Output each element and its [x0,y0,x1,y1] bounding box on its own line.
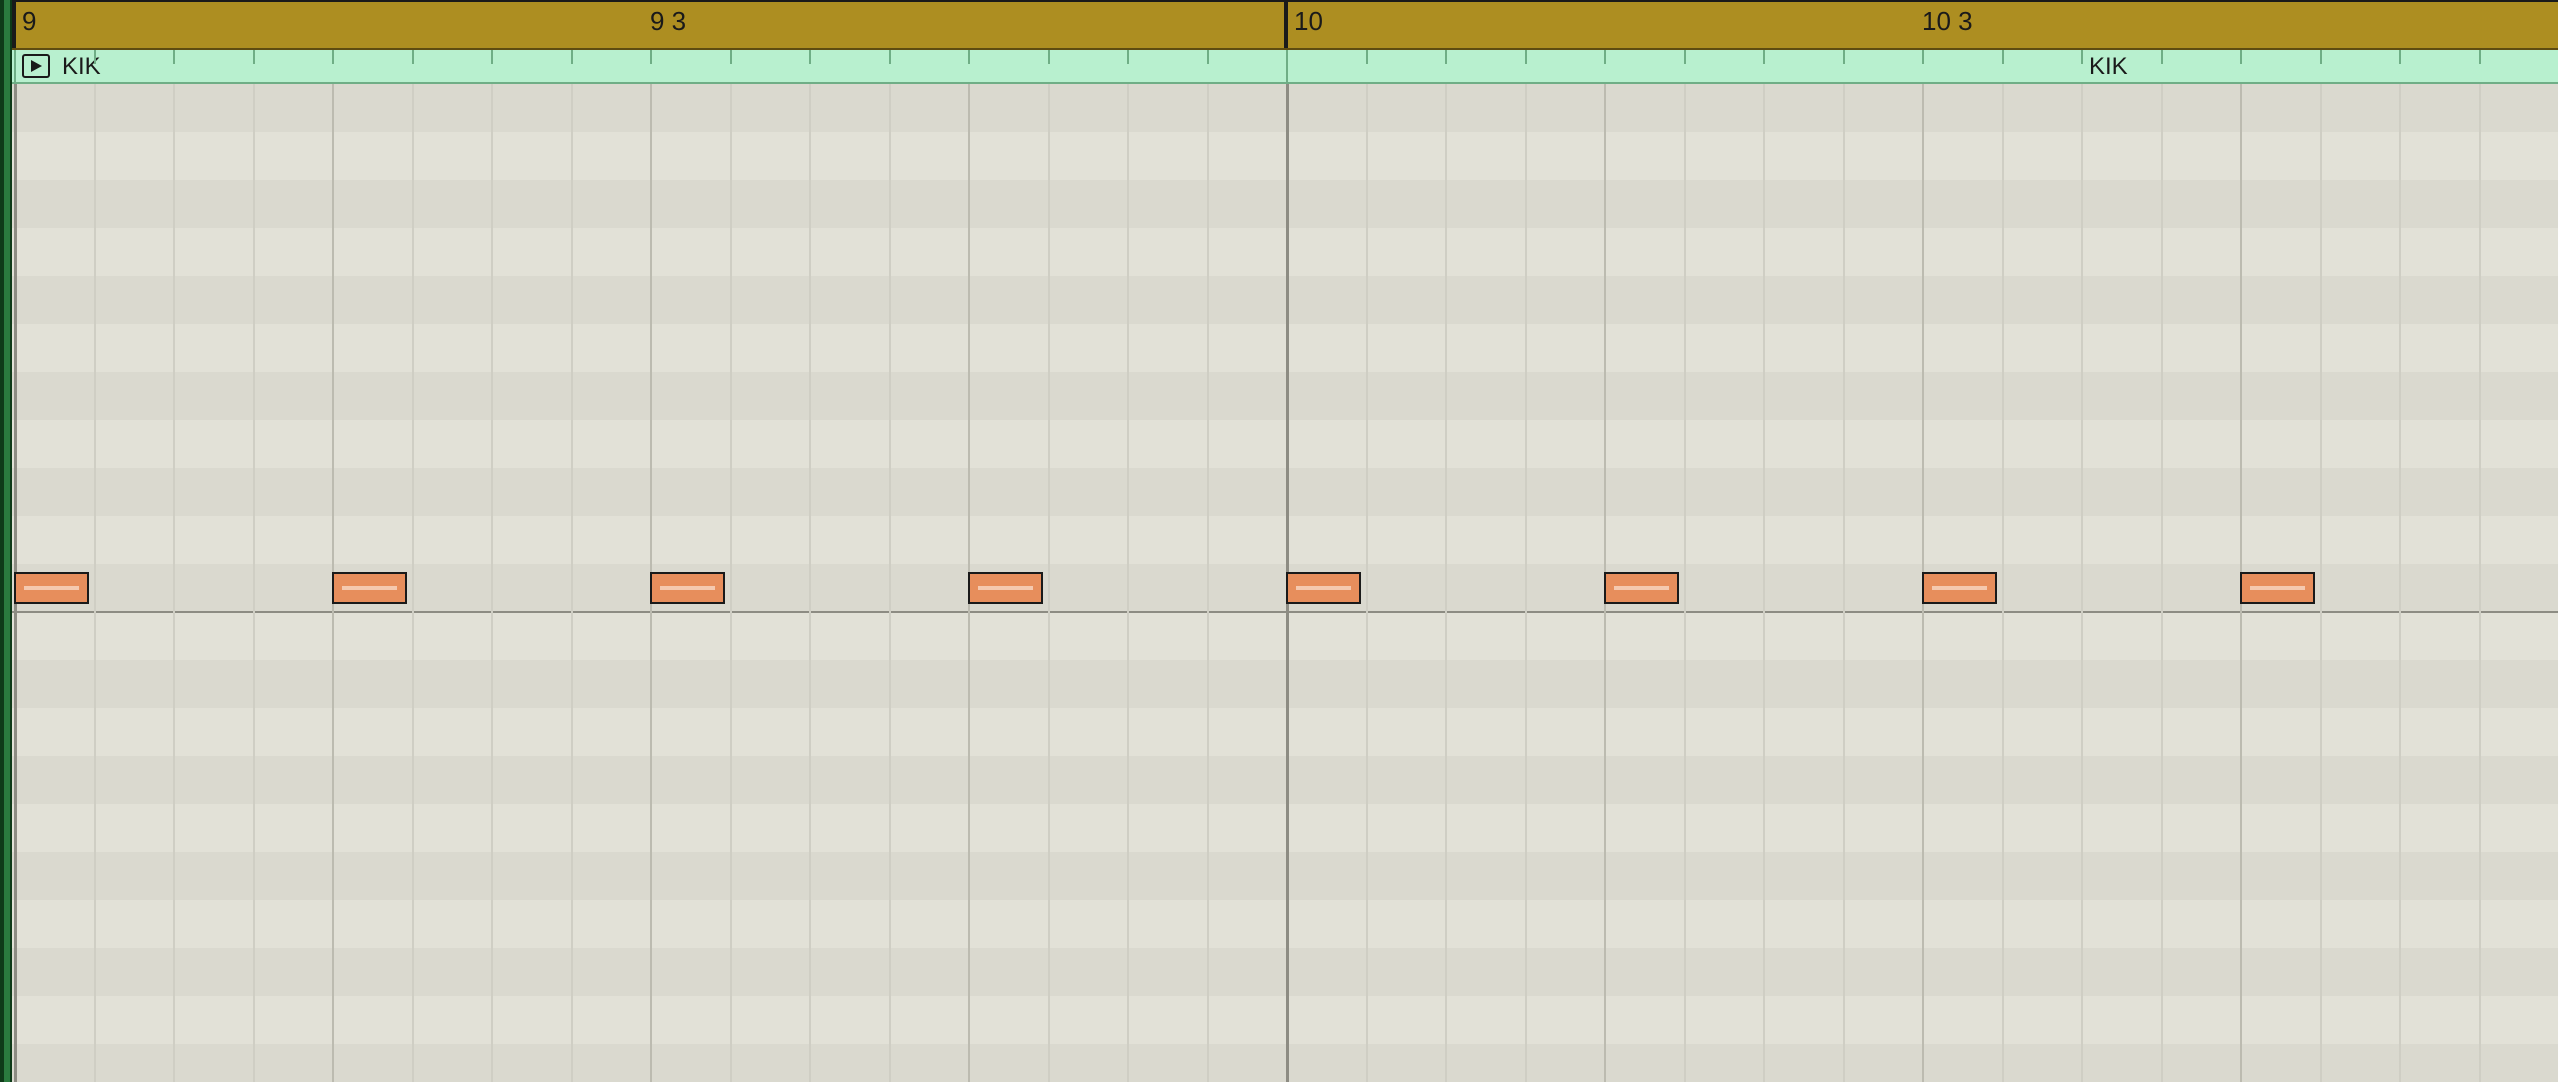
grid-line-sixteenth [2399,84,2401,1082]
clip-grid-tick [1445,50,1447,64]
clip-grid-tick [1763,50,1765,64]
note-row[interactable] [0,660,2558,708]
note-row[interactable] [0,276,2558,324]
midi-note[interactable] [1922,572,1997,604]
grid-line-sixteenth [491,84,493,1082]
note-row[interactable] [0,708,2558,756]
clip-grid-tick [491,50,493,64]
note-row[interactable] [0,900,2558,948]
grid-line-sixteenth [889,84,891,1082]
note-row[interactable] [0,324,2558,372]
clip-play-button[interactable] [22,54,50,78]
clip-grid-tick [253,50,255,64]
ruler-position-label: 9 [22,6,36,37]
grid-line-sixteenth [94,84,96,1082]
clip-grid-tick [650,50,652,64]
grid-line-sixteenth [1525,84,1527,1082]
midi-note[interactable] [650,572,725,604]
midi-note[interactable] [2240,572,2315,604]
note-row[interactable] [0,996,2558,1044]
grid-line-sixteenth [2081,84,2083,1082]
clip-start-marker[interactable] [0,0,12,1082]
note-grid[interactable] [0,84,2558,1082]
clip-grid-tick [2399,50,2401,64]
clip-grid-tick [1843,50,1845,64]
clip-grid-tick [730,50,732,64]
clip-bar-line [14,50,16,82]
grid-line-sixteenth [1763,84,1765,1082]
clip-grid-tick [2320,50,2322,64]
clip-bar-line [1286,50,1288,82]
grid-line-sixteenth [809,84,811,1082]
note-row[interactable] [0,132,2558,180]
note-row[interactable] [0,804,2558,852]
note-row[interactable] [0,516,2558,564]
grid-line-sixteenth [412,84,414,1082]
note-row[interactable] [0,180,2558,228]
clip-grid-tick [1127,50,1129,64]
clip-grid-tick [2161,50,2163,64]
clip-grid-tick [1207,50,1209,64]
ruler-position-label: 10 3 [1922,6,1973,37]
midi-note[interactable] [332,572,407,604]
note-row[interactable] [0,420,2558,468]
grid-line-sixteenth [1048,84,1050,1082]
clip-grid-tick [1366,50,1368,64]
ruler-position-label: 9 3 [650,6,686,37]
clip-grid-tick [1684,50,1686,64]
clip-grid-tick [571,50,573,64]
grid-line-sixteenth [1127,84,1129,1082]
clip-grid-tick [2081,50,2083,64]
clip-grid-tick [1525,50,1527,64]
clip-grid-tick [889,50,891,64]
clip-grid-tick [2240,50,2242,64]
clip-header-bar[interactable]: KIK KIK [0,50,2558,84]
grid-line-sixteenth [571,84,573,1082]
clip-grid-tick [412,50,414,64]
grid-line-sixteenth [2161,84,2163,1082]
piano-roll-editor: 9 9 3 10 10 3 KIK KIK [0,0,2558,1082]
grid-line-sixteenth [2320,84,2322,1082]
grid-line-sixteenth [253,84,255,1082]
midi-note[interactable] [14,572,89,604]
ruler-bar-tick [12,2,16,48]
grid-line-sixteenth [1843,84,1845,1082]
row-separator [0,611,2558,613]
play-icon [29,59,43,73]
grid-line-sixteenth [1684,84,1686,1082]
note-row[interactable] [0,84,2558,132]
timeline-ruler[interactable]: 9 9 3 10 10 3 [0,0,2558,50]
clip-grid-tick [1048,50,1050,64]
clip-grid-tick [173,50,175,64]
note-row[interactable] [0,372,2558,420]
grid-line-sixteenth [1207,84,1209,1082]
grid-line-sixteenth [1366,84,1368,1082]
note-row[interactable] [0,1044,2558,1082]
note-row[interactable] [0,948,2558,996]
note-row[interactable] [0,756,2558,804]
clip-loop-name-label: KIK [2089,53,2128,81]
clip-grid-tick [2002,50,2004,64]
clip-grid-tick [94,50,96,64]
clip-grid-tick [332,50,334,64]
ruler-position-label: 10 [1294,6,1323,37]
grid-line-sixteenth [730,84,732,1082]
ruler-bar-tick [1284,2,1288,48]
grid-line-sixteenth [173,84,175,1082]
midi-note[interactable] [1604,572,1679,604]
midi-note[interactable] [968,572,1043,604]
note-row[interactable] [0,228,2558,276]
grid-line-sixteenth [2479,84,2481,1082]
clip-grid-tick [809,50,811,64]
note-row[interactable] [0,612,2558,660]
grid-line-sixteenth [1445,84,1447,1082]
grid-line-sixteenth [2002,84,2004,1082]
note-row[interactable] [0,468,2558,516]
clip-grid-tick [1922,50,1924,64]
note-row[interactable] [0,852,2558,900]
clip-grid-tick [1604,50,1606,64]
midi-note[interactable] [1286,572,1361,604]
clip-grid-tick [968,50,970,64]
clip-grid-tick [2479,50,2481,64]
